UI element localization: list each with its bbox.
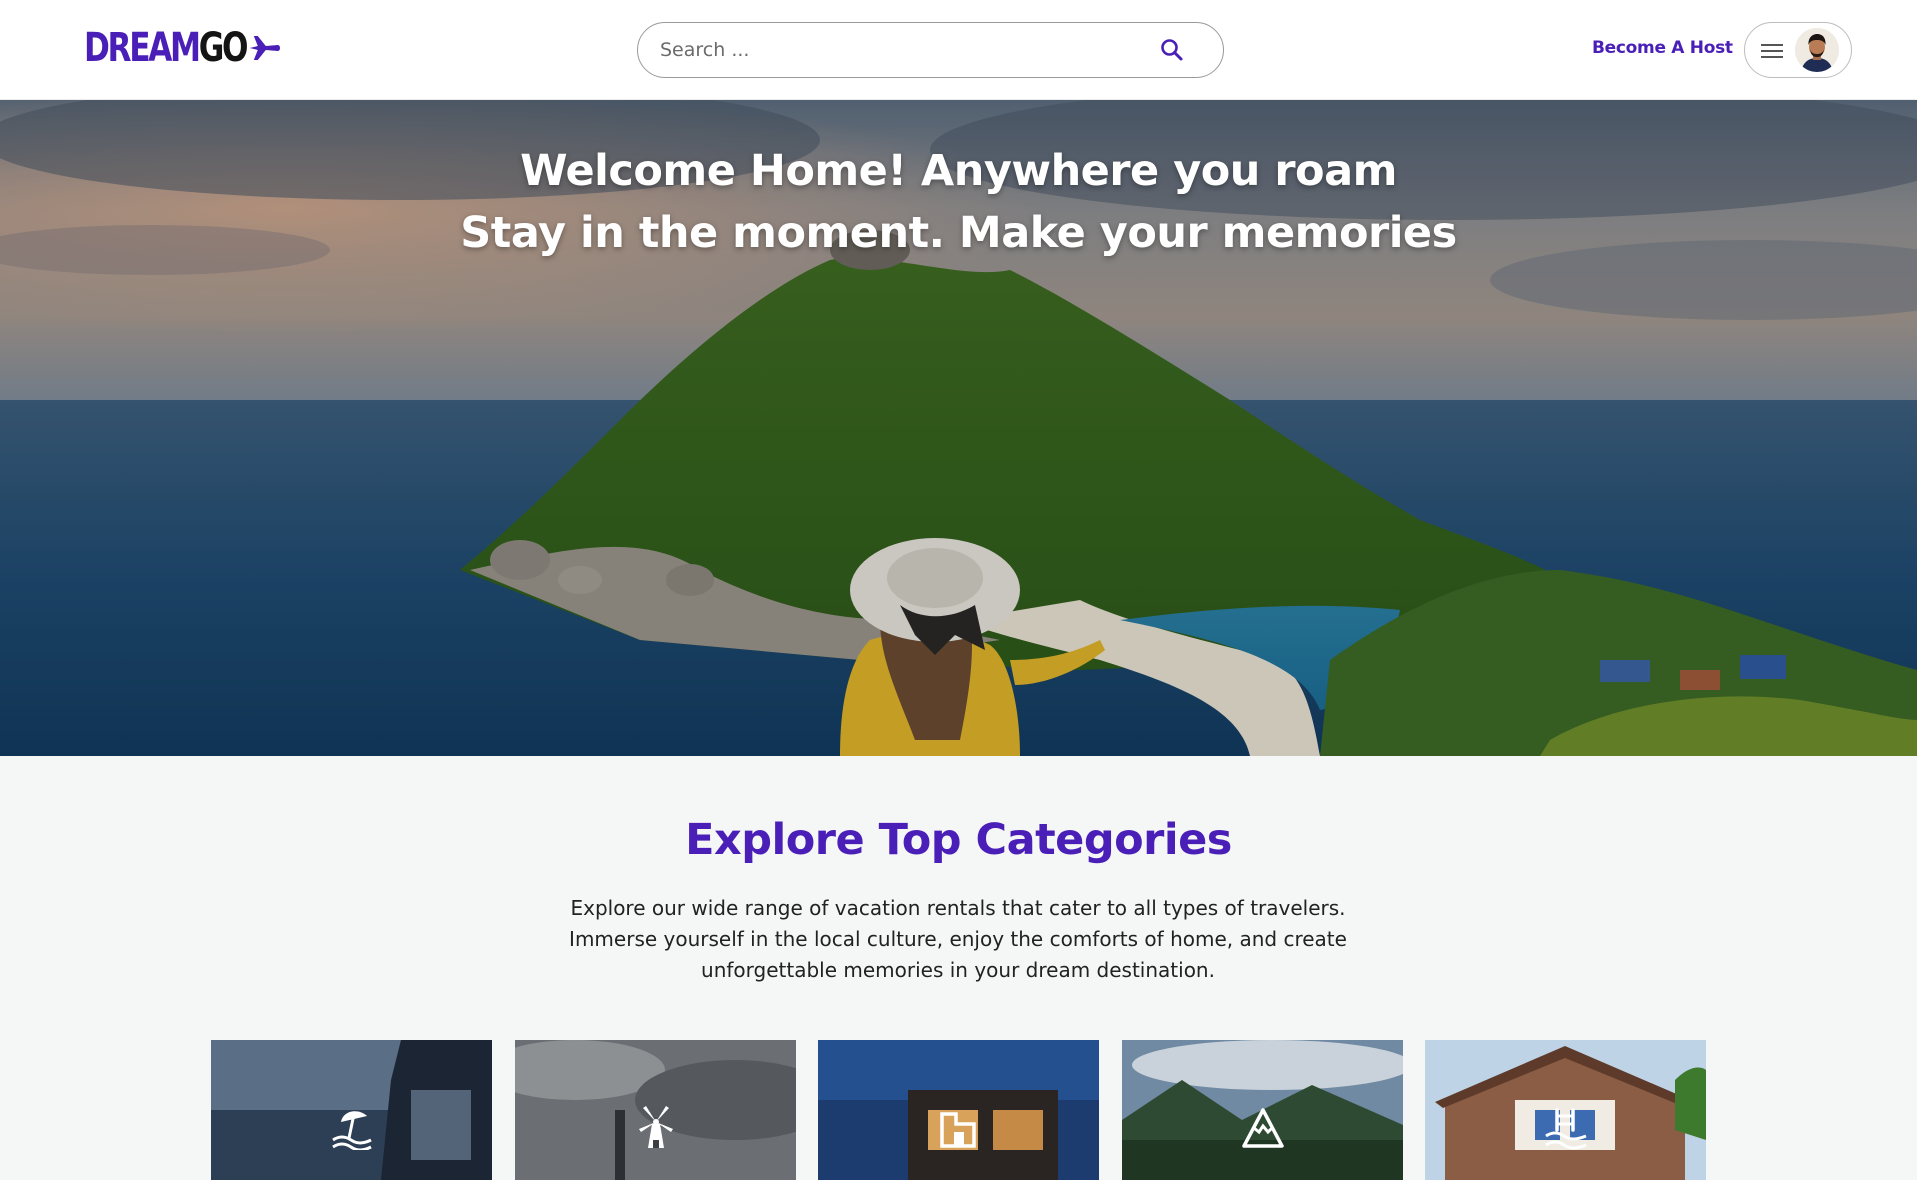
section-title: Explore Top Categories — [685, 815, 1232, 865]
airplane-icon — [249, 36, 280, 60]
category-card-beach[interactable] — [211, 1040, 492, 1180]
logo-text-go: GO — [198, 25, 249, 71]
top-navbar: DREAMGO Become A Host — [0, 0, 1917, 100]
brand-logo[interactable]: DREAM GO — [84, 22, 280, 74]
search-input[interactable] — [660, 33, 1120, 67]
user-menu-button[interactable] — [1744, 22, 1852, 78]
hero-headline: Welcome Home! Anywhere you roam Stay in … — [0, 140, 1917, 264]
logo-text-dream: DREAM — [84, 25, 201, 71]
hamburger-menu-icon — [1761, 44, 1783, 58]
pool-icon — [1545, 1108, 1587, 1150]
user-avatar — [1795, 28, 1839, 72]
beach-umbrella-icon — [332, 1111, 372, 1150]
category-card-modern-home[interactable] — [818, 1040, 1099, 1180]
section-description: Explore our wide range of vacation renta… — [569, 896, 1347, 982]
category-cards — [211, 1040, 1708, 1180]
modern-home-icon — [940, 1112, 976, 1148]
hero-line-2: Stay in the moment. Make your memories — [460, 208, 1457, 258]
hero-banner: Welcome Home! Anywhere you roam Stay in … — [0, 100, 1917, 756]
category-card-mountain[interactable] — [1122, 1040, 1403, 1180]
category-card-windmill[interactable] — [515, 1040, 796, 1180]
mountain-icon — [1242, 1108, 1284, 1148]
search-icon[interactable] — [1159, 37, 1185, 63]
windmill-icon — [639, 1106, 673, 1148]
category-card-pool[interactable] — [1425, 1040, 1706, 1180]
hero-line-1: Welcome Home! Anywhere you roam — [520, 146, 1397, 196]
search-bar — [637, 22, 1224, 78]
become-host-link[interactable]: Become A Host — [1592, 38, 1733, 58]
